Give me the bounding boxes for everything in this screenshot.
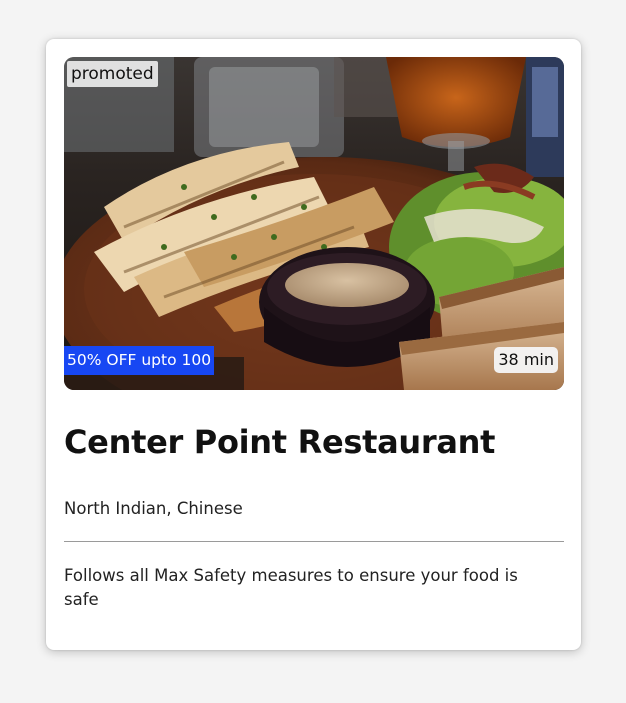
food-photo	[64, 57, 564, 390]
restaurant-name[interactable]: Center Point Restaurant	[64, 423, 495, 461]
promoted-badge: promoted	[67, 61, 158, 87]
restaurant-card[interactable]: promoted 50% OFF upto 100 38 min Center …	[46, 39, 581, 650]
cuisine-list: North Indian, Chinese	[64, 499, 243, 518]
offer-badge: 50% OFF upto 100	[64, 346, 215, 375]
delivery-time-badge: 38 min	[494, 347, 558, 373]
restaurant-image[interactable]: promoted 50% OFF upto 100 38 min	[64, 57, 564, 390]
divider	[64, 541, 564, 542]
safety-note: Follows all Max Safety measures to ensur…	[64, 566, 518, 609]
